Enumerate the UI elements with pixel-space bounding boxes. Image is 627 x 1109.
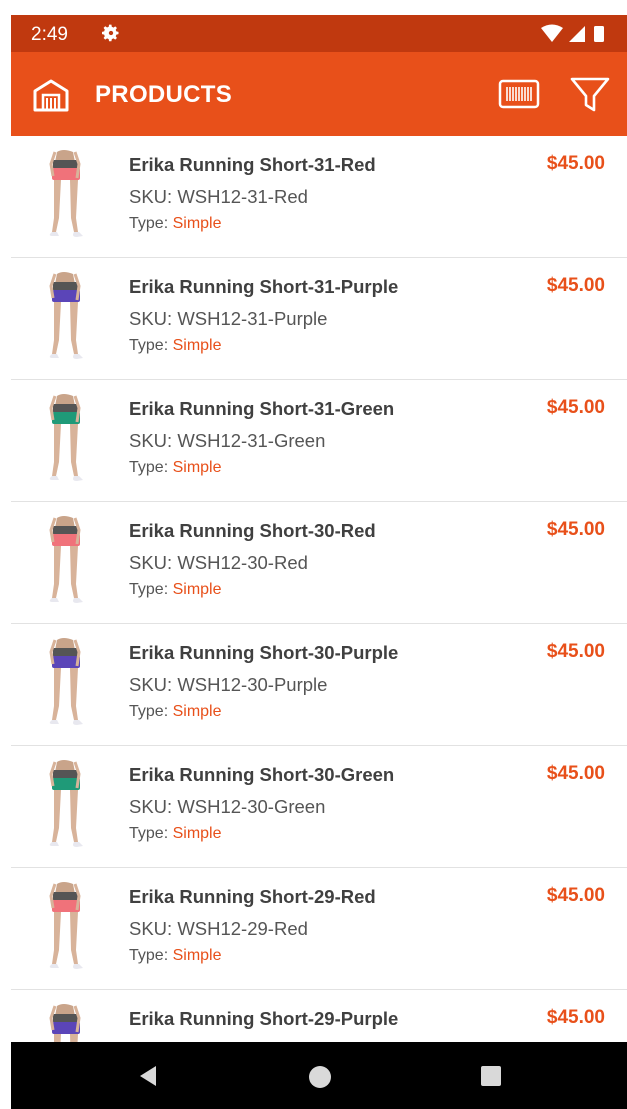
product-price: $45.00: [546, 397, 605, 418]
product-type-value: Simple: [172, 947, 222, 964]
status-bar: 2:49: [11, 15, 627, 52]
battery-icon: [594, 26, 604, 42]
product-type-value: Simple: [172, 703, 222, 720]
product-price: $45.00: [546, 1007, 605, 1028]
wifi-icon: [541, 24, 563, 42]
product-type-value: Simple: [172, 825, 222, 842]
product-type: Type: Simple: [129, 947, 222, 965]
product-name: Erika Running Short-30-Green: [129, 764, 395, 785]
store-icon[interactable]: [31, 77, 71, 113]
recents-icon[interactable]: [481, 1066, 501, 1086]
product-name: Erika Running Short-29-Red: [129, 886, 376, 907]
product-row[interactable]: Erika Running Short-30-Green $45.00 SKU:…: [11, 746, 627, 868]
product-sku: SKU: WSH12-31-Purple: [129, 308, 328, 329]
status-time: 2:49: [31, 24, 68, 45]
page-title: PRODUCTS: [95, 81, 233, 108]
product-name: Erika Running Short-30-Red: [129, 520, 376, 541]
product-thumbnail-color: [52, 534, 80, 546]
product-type: Type: Simple: [129, 703, 222, 721]
product-name: Erika Running Short-31-Red: [129, 154, 376, 175]
home-icon[interactable]: [309, 1066, 331, 1088]
product-type-label: Type:: [129, 703, 169, 720]
product-type-value: Simple: [172, 215, 222, 232]
product-sku: SKU: WSH12-31-Green: [129, 430, 326, 451]
product-type-value: Simple: [172, 337, 222, 354]
status-indicators: [541, 24, 604, 42]
product-type-value: Simple: [172, 581, 222, 598]
product-name: Erika Running Short-29-Purple: [129, 1008, 399, 1029]
product-type: Type: Simple: [129, 581, 222, 599]
back-icon[interactable]: [136, 1064, 160, 1088]
product-thumbnail-color: [52, 900, 80, 912]
product-thumbnail: [49, 516, 83, 603]
app-screen: 2:49 PRODUCTS Erika Running Short-31-Red…: [0, 0, 627, 1109]
product-thumbnail: [49, 638, 83, 725]
filter-icon[interactable]: [568, 74, 612, 114]
product-type: Type: Simple: [129, 825, 222, 843]
product-price: $45.00: [546, 763, 605, 784]
product-thumbnail-color: [52, 168, 80, 180]
product-type-label: Type:: [129, 337, 169, 354]
product-thumbnail: [49, 394, 83, 481]
product-row[interactable]: Erika Running Short-30-Red $45.00 SKU: W…: [11, 502, 627, 624]
product-price: $45.00: [546, 519, 605, 540]
product-row[interactable]: Erika Running Short-30-Purple $45.00 SKU…: [11, 624, 627, 746]
product-thumbnail: [49, 150, 83, 237]
product-thumbnail: [49, 760, 83, 847]
product-thumbnail: [49, 882, 83, 969]
product-row[interactable]: Erika Running Short-31-Purple $45.00 SKU…: [11, 258, 627, 380]
system-nav-bar: [11, 1042, 627, 1109]
product-row[interactable]: Erika Running Short-31-Red $45.00 SKU: W…: [11, 136, 627, 258]
signal-icon: [569, 26, 585, 42]
product-sku: SKU: WSH12-30-Purple: [129, 674, 328, 695]
product-row[interactable]: Erika Running Short-31-Green $45.00 SKU:…: [11, 380, 627, 502]
product-type-value: Simple: [172, 459, 222, 476]
product-thumbnail-color: [52, 1022, 80, 1034]
product-thumbnail: [49, 1004, 81, 1042]
product-thumbnail: [49, 272, 83, 359]
product-sku: SKU: WSH12-30-Green: [129, 796, 326, 817]
product-thumbnail-color: [52, 656, 80, 668]
product-sku: SKU: WSH12-31-Red: [129, 186, 308, 207]
product-name: Erika Running Short-31-Green: [129, 398, 395, 419]
product-type: Type: Simple: [129, 459, 222, 477]
product-type: Type: Simple: [129, 215, 222, 233]
product-thumbnail-color: [52, 290, 80, 302]
product-row[interactable]: Erika Running Short-29-Purple $45.00: [11, 990, 627, 1042]
app-bar: PRODUCTS: [11, 52, 627, 136]
product-type-label: Type:: [129, 581, 169, 598]
product-type-label: Type:: [129, 459, 169, 476]
product-name: Erika Running Short-31-Purple: [129, 276, 399, 297]
product-sku: SKU: WSH12-29-Red: [129, 918, 308, 939]
product-type-label: Type:: [129, 825, 169, 842]
product-type-label: Type:: [129, 215, 169, 232]
product-thumbnail-color: [52, 778, 80, 790]
barcode-scan-icon[interactable]: [497, 76, 541, 112]
product-type: Type: Simple: [129, 337, 222, 355]
gear-icon: [102, 24, 119, 42]
product-price: $45.00: [546, 641, 605, 662]
product-row[interactable]: Erika Running Short-29-Red $45.00 SKU: W…: [11, 868, 627, 990]
product-price: $45.00: [546, 885, 605, 906]
product-sku: SKU: WSH12-30-Red: [129, 552, 308, 573]
product-price: $45.00: [546, 275, 605, 296]
product-type-label: Type:: [129, 947, 169, 964]
product-price: $45.00: [546, 153, 605, 174]
product-list[interactable]: Erika Running Short-31-Red $45.00 SKU: W…: [11, 136, 627, 1042]
product-thumbnail-color: [52, 412, 80, 424]
product-name: Erika Running Short-30-Purple: [129, 642, 399, 663]
